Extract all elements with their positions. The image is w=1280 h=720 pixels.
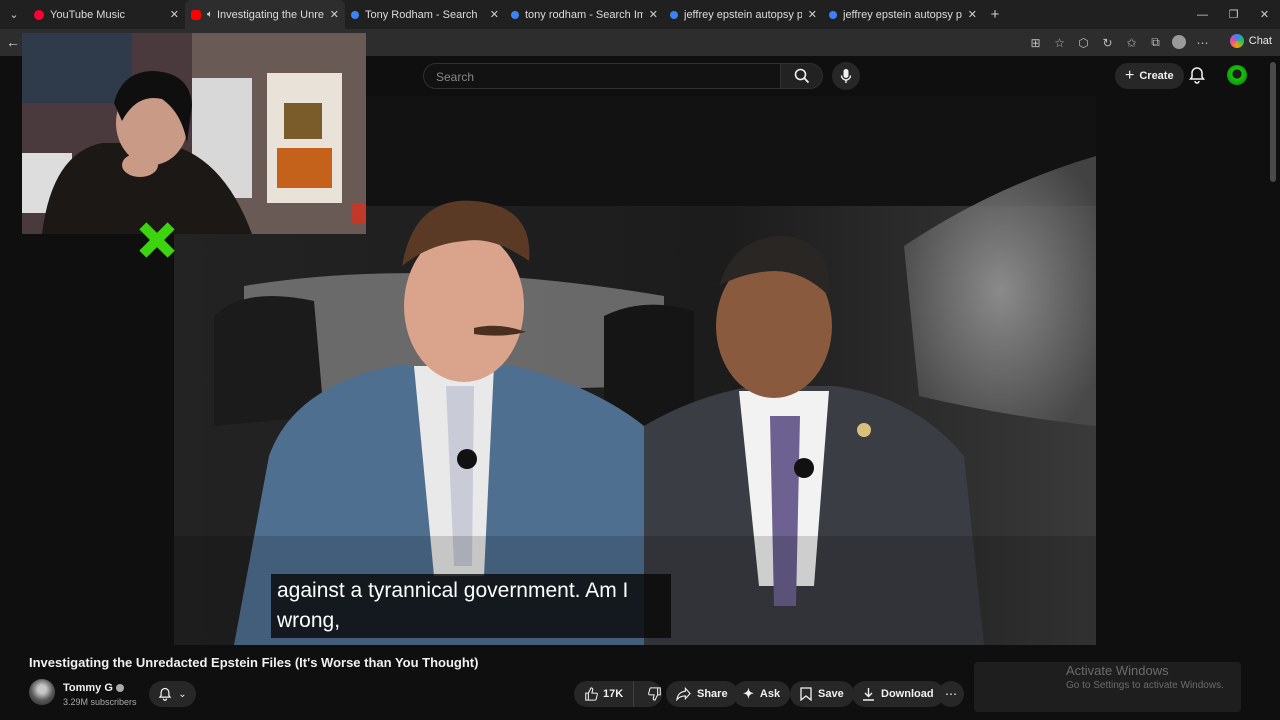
tab-actions-menu[interactable]: ⌄ xyxy=(0,0,28,29)
copilot-icon xyxy=(1229,34,1244,48)
copilot-chat-button[interactable]: Chat xyxy=(1229,34,1272,48)
back-arrow-icon[interactable]: ← xyxy=(6,34,20,50)
tab-label: YouTube Music xyxy=(50,8,126,21)
like-dislike-group: 17K xyxy=(574,681,662,707)
subscriber-count: 3.29M subscribers xyxy=(63,697,137,707)
caption-line-2: wrong, xyxy=(277,609,341,632)
browser-tab-bar: ⌄ YouTube Music ✕ 🔈︎ Investigating the U… xyxy=(0,0,1280,29)
save-label: Save xyxy=(818,688,844,700)
tab-youtube-music[interactable]: YouTube Music ✕ xyxy=(28,0,185,29)
close-tab-icon[interactable]: ✕ xyxy=(490,8,499,21)
tab-label: jeffrey epstein autopsy pdf - Searc xyxy=(684,8,802,21)
voice-search-button[interactable] xyxy=(832,62,860,90)
window-controls: — ❐ ✕ xyxy=(1187,0,1280,29)
more-actions-button[interactable]: ⋯ xyxy=(938,681,964,707)
chevron-down-icon: ⌄ xyxy=(178,688,187,700)
download-icon xyxy=(863,688,874,701)
tab-label: Investigating the Unredacted xyxy=(217,8,324,21)
thumbs-down-icon xyxy=(648,687,661,701)
favorite-star-icon[interactable]: ☆ xyxy=(1052,35,1067,50)
youtube-icon xyxy=(191,9,201,20)
tab-label: Tony Rodham - Search xyxy=(365,8,478,21)
youtube-music-icon xyxy=(34,9,44,20)
share-label: Share xyxy=(697,688,728,700)
bell-icon xyxy=(158,687,172,701)
channel-avatar[interactable] xyxy=(29,679,55,705)
video-title: Investigating the Unredacted Epstein Fil… xyxy=(29,655,479,670)
tab-tony-rodham-search[interactable]: Tony Rodham - Search ✕ xyxy=(345,0,505,29)
video-caption: against a tyrannical government. Am I wr… xyxy=(271,574,671,638)
close-tab-icon[interactable]: ✕ xyxy=(170,8,179,21)
chat-label: Chat xyxy=(1248,35,1272,47)
close-tab-icon[interactable]: ✕ xyxy=(808,8,817,21)
like-button[interactable]: 17K xyxy=(574,681,635,707)
collections-icon[interactable]: ⧉ xyxy=(1148,35,1163,50)
channel-name[interactable]: Tommy G xyxy=(63,682,113,694)
new-tab-icon[interactable]: + xyxy=(983,6,1007,23)
more-horizontal-icon: ⋯ xyxy=(945,687,957,701)
microphone-icon xyxy=(840,69,852,83)
activate-windows-subtitle: Go to Settings to activate Windows. xyxy=(1066,680,1224,691)
webcam-overlay xyxy=(22,33,366,234)
search-button[interactable] xyxy=(781,63,823,89)
ask-button[interactable]: ✦ Ask xyxy=(733,681,791,707)
plus-icon: + xyxy=(1125,67,1135,84)
share-icon xyxy=(676,687,691,701)
search-icon xyxy=(351,10,359,19)
tab-label: jeffrey epstein autopsy pdf - Searc xyxy=(843,8,962,21)
caption-line-1: against a tyrannical government. Am I xyxy=(277,579,629,602)
search-icon xyxy=(511,10,519,19)
profile-icon[interactable] xyxy=(1172,35,1186,49)
sparkle-icon: ✦ xyxy=(743,686,754,701)
create-label: Create xyxy=(1139,70,1174,82)
minimize-icon[interactable]: — xyxy=(1187,0,1218,29)
search-icon xyxy=(670,10,678,19)
apps-icon[interactable]: ⊞ xyxy=(1028,35,1043,50)
extensions-icon[interactable]: ⬡ xyxy=(1076,35,1091,50)
restore-icon[interactable]: ❐ xyxy=(1218,0,1249,29)
account-avatar[interactable] xyxy=(1227,65,1247,85)
more-options-icon[interactable]: ⋯ xyxy=(1195,35,1210,50)
save-button[interactable]: Save xyxy=(790,681,854,707)
share-button[interactable]: Share xyxy=(666,681,738,707)
download-label: Download xyxy=(881,688,934,700)
close-tab-icon[interactable]: ✕ xyxy=(649,8,658,21)
activate-windows-title: Activate Windows xyxy=(1066,663,1169,678)
close-tab-icon[interactable]: ✕ xyxy=(330,8,339,21)
verified-badge-icon xyxy=(115,684,124,693)
tab-label: tony rodham - Search Images xyxy=(525,8,643,21)
page-scrollbar[interactable] xyxy=(1270,62,1276,182)
notifications-button[interactable] xyxy=(1188,66,1206,84)
like-count: 17K xyxy=(603,688,624,700)
green-cross-decoration-icon xyxy=(139,222,175,258)
channel-name-row[interactable]: Tommy G xyxy=(63,682,124,694)
close-window-icon[interactable]: ✕ xyxy=(1249,0,1280,29)
search-input[interactable]: Search xyxy=(423,63,781,89)
search-icon xyxy=(829,10,837,19)
speaker-icon[interactable]: 🔈︎ xyxy=(207,9,213,20)
subscription-notifications-button[interactable]: ⌄ xyxy=(149,681,196,707)
tab-epstein-autopsy-2[interactable]: jeffrey epstein autopsy pdf - Searc ✕ xyxy=(823,0,983,29)
tab-investigating[interactable]: 🔈︎ Investigating the Unredacted ✕ xyxy=(185,0,345,29)
tab-epstein-autopsy-1[interactable]: jeffrey epstein autopsy pdf - Searc ✕ xyxy=(664,0,823,29)
browser-toolbar: ⊞ ☆ ⬡ ↻ ✩ ⧉ ⋯ xyxy=(1028,35,1210,50)
webcam-feed xyxy=(22,33,366,234)
create-button[interactable]: + Create xyxy=(1115,63,1184,89)
close-tab-icon[interactable]: ✕ xyxy=(968,8,977,21)
bell-icon xyxy=(1189,67,1205,84)
thumbs-up-icon xyxy=(585,687,598,701)
bookmark-icon xyxy=(800,687,812,701)
tab-tony-rodham-images[interactable]: tony rodham - Search Images ✕ xyxy=(505,0,664,29)
refresh-icon[interactable]: ↻ xyxy=(1100,35,1115,50)
search-icon xyxy=(794,68,809,84)
favorites-icon[interactable]: ✩ xyxy=(1124,35,1139,50)
ask-label: Ask xyxy=(759,688,781,700)
download-button[interactable]: Download xyxy=(852,681,944,707)
